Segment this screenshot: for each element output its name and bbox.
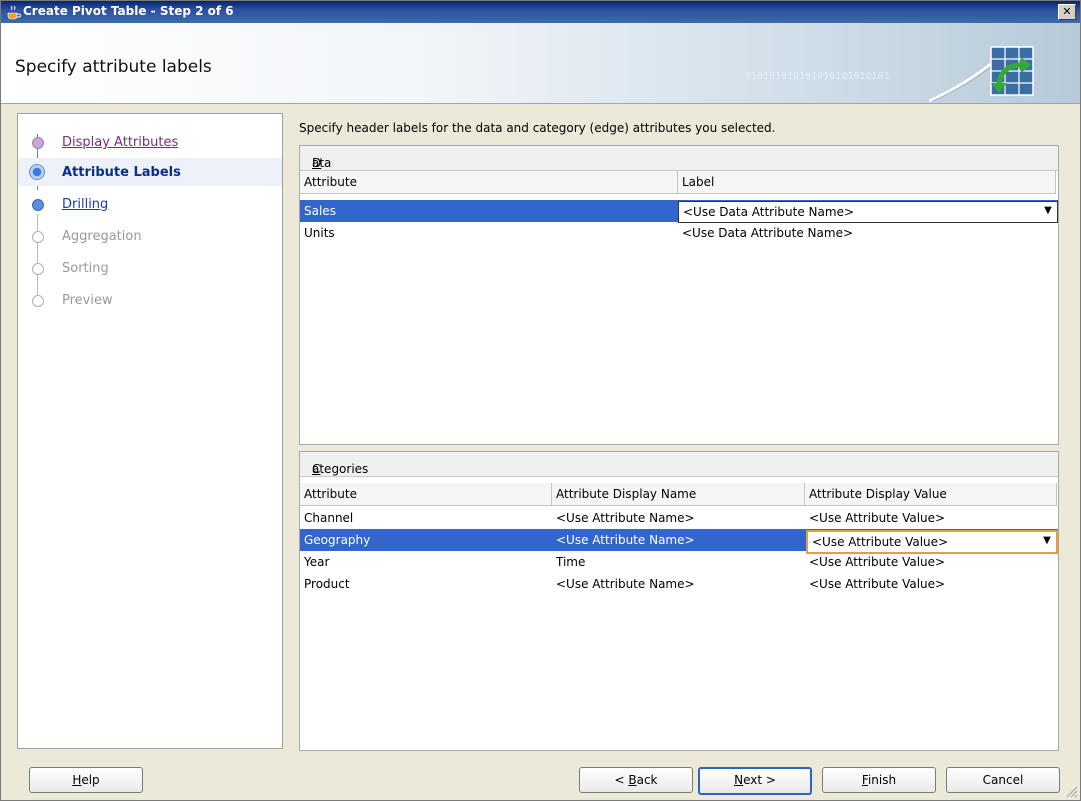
- instructions-text: Specify header labels for the data and c…: [299, 121, 776, 135]
- step-dot-icon: [32, 263, 44, 275]
- label-select[interactable]: <Use Data Attribute Name> ▼: [678, 201, 1058, 223]
- wizard-steps-nav: Display Attributes Attribute Labels Dril…: [17, 113, 283, 749]
- column-header-label[interactable]: Label: [678, 171, 1056, 194]
- display-name-cell[interactable]: <Use Attribute Name>: [556, 577, 695, 591]
- step-dot-icon: [32, 199, 44, 211]
- categories-header: Categories: [300, 452, 1058, 477]
- display-name-cell[interactable]: <Use Attribute Name>: [556, 533, 695, 547]
- table-row[interactable]: Channel <Use Attribute Name> <Use Attrib…: [300, 507, 1058, 529]
- column-header-display-value[interactable]: Attribute Display Value: [805, 483, 1057, 506]
- data-values-header: Data Values: [300, 146, 1058, 184]
- java-cup-icon: [7, 5, 21, 20]
- finish-button[interactable]: Finish: [822, 767, 936, 793]
- pivot-table-icon: [929, 46, 1034, 103]
- current-step-dot-icon: [29, 164, 45, 180]
- page-title: Specify attribute labels: [15, 57, 212, 77]
- attribute-cell: Year: [304, 555, 330, 569]
- column-header-attribute[interactable]: Attribute: [300, 483, 552, 506]
- display-value-cell[interactable]: <Use Attribute Value>: [809, 555, 945, 569]
- nav-step-display-attributes[interactable]: Display Attributes: [18, 128, 282, 156]
- nav-step-attribute-labels[interactable]: Attribute Labels: [18, 158, 282, 186]
- help-button[interactable]: Help: [29, 767, 143, 793]
- data-values-panel: Data Values Attribute Label Sales <Use D…: [299, 145, 1059, 445]
- resize-grip-icon[interactable]: [1066, 786, 1078, 798]
- chevron-down-icon[interactable]: ▼: [1041, 204, 1055, 218]
- close-icon: ✕: [1062, 5, 1072, 18]
- attribute-cell: Geography: [304, 533, 371, 547]
- nav-step-drilling[interactable]: Drilling: [18, 190, 282, 218]
- dialog-window: Create Pivot Table - Step 2 of 6 ✕ Speci…: [0, 0, 1081, 801]
- nav-step-aggregation: Aggregation: [18, 222, 282, 250]
- title-bar: Create Pivot Table - Step 2 of 6 ✕: [1, 1, 1080, 23]
- nav-step-label: Sorting: [62, 261, 109, 276]
- display-value-cell[interactable]: <Use Attribute Value>: [809, 511, 945, 525]
- step-dot-icon: [32, 137, 44, 149]
- header-banner: Specify attribute labels 010101010101010…: [1, 23, 1080, 104]
- table-row[interactable]: Year Time <Use Attribute Value>: [300, 551, 1058, 573]
- table-row[interactable]: Product <Use Attribute Name> <Use Attrib…: [300, 573, 1058, 595]
- display-name-cell[interactable]: Time: [556, 555, 585, 569]
- step-dot-icon: [32, 231, 44, 243]
- attribute-cell: Product: [304, 577, 350, 591]
- label-cell[interactable]: <Use Data Attribute Name>: [682, 226, 853, 240]
- cancel-button[interactable]: Cancel: [946, 767, 1060, 793]
- nav-step-label: Display Attributes: [62, 135, 179, 150]
- column-header-attribute[interactable]: Attribute: [300, 171, 678, 194]
- attribute-cell: Sales: [304, 204, 336, 218]
- table-row[interactable]: Geography <Use Attribute Name> <Use Attr…: [300, 529, 1058, 554]
- attribute-cell: Channel: [304, 511, 354, 525]
- nav-step-sorting: Sorting: [18, 254, 282, 282]
- nav-step-label: Preview: [62, 293, 113, 308]
- back-button[interactable]: < Back: [579, 767, 693, 793]
- nav-step-preview: Preview: [18, 286, 282, 314]
- close-button[interactable]: ✕: [1058, 4, 1076, 20]
- binary-decoration: 010101010101010101010101: [745, 71, 890, 82]
- chevron-down-icon[interactable]: ▼: [1040, 534, 1054, 548]
- column-header-display-name[interactable]: Attribute Display Name: [552, 483, 805, 506]
- nav-step-label: Aggregation: [62, 229, 142, 244]
- categories-panel: Categories Attribute Attribute Display N…: [299, 451, 1059, 751]
- nav-step-label: Drilling: [62, 197, 109, 212]
- nav-step-label: Attribute Labels: [62, 165, 181, 180]
- display-name-cell[interactable]: <Use Attribute Name>: [556, 511, 695, 525]
- table-row[interactable]: Units <Use Data Attribute Name>: [300, 222, 1058, 244]
- panel-title: ategories: [312, 462, 369, 476]
- window-title: Create Pivot Table - Step 2 of 6: [23, 4, 234, 18]
- table-row[interactable]: Sales <Use Data Attribute Name> ▼: [300, 200, 1058, 223]
- step-dot-icon: [32, 295, 44, 307]
- display-value-cell[interactable]: <Use Attribute Value>: [809, 577, 945, 591]
- attribute-cell: Units: [304, 226, 335, 240]
- next-button[interactable]: Next >: [698, 767, 812, 795]
